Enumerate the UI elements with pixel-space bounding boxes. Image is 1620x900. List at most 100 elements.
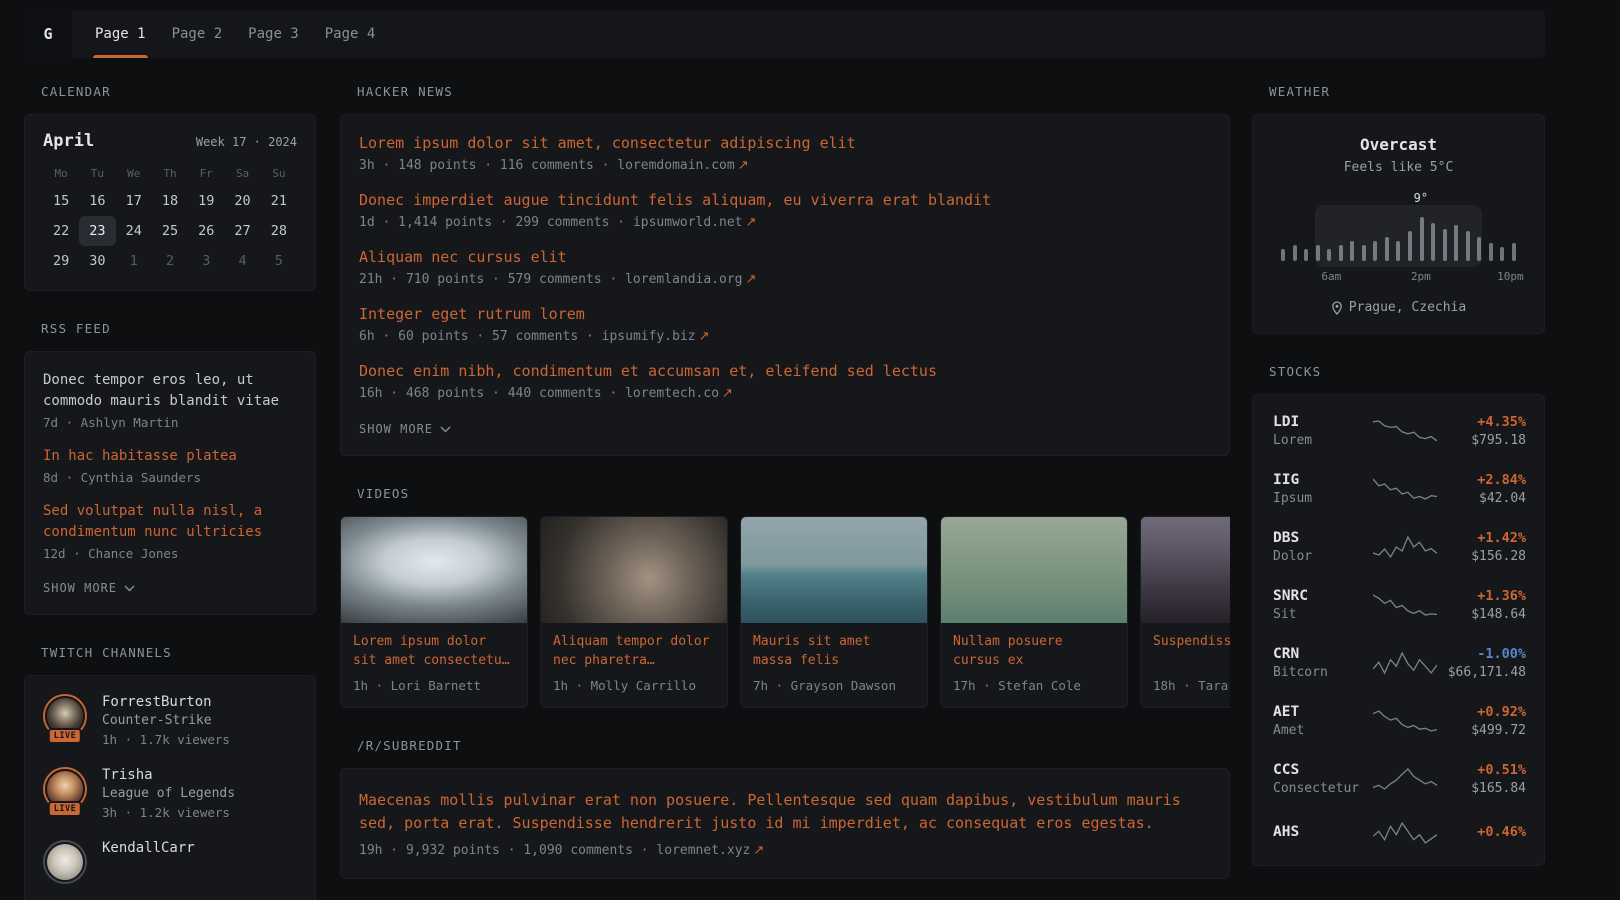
calendar-card: April Week 17 · 2024 MoTuWeThFrSaSu 1516… (24, 114, 316, 291)
twitch-channel[interactable]: LIVETrishaLeague of Legends3h · 1.2k vie… (43, 767, 297, 820)
sparkline-chart (1373, 592, 1437, 618)
stock-ticker[interactable]: IIG (1273, 472, 1371, 488)
tab-page-2[interactable]: Page 2 (159, 10, 236, 58)
hackernews-item-domain-link[interactable]: loremdomain.com (617, 158, 734, 173)
stock-ticker[interactable]: LDI (1273, 414, 1371, 430)
stock-ticker[interactable]: DBS (1273, 530, 1371, 546)
video-title[interactable]: Lorem ipsum dolor sit amet consectetu… (353, 633, 515, 670)
rss-item-meta: 7d · Ashlyn Martin (43, 415, 297, 430)
calendar-month: April (43, 131, 94, 151)
external-link-icon: ↗ (746, 215, 757, 230)
video-card[interactable]: Aliquam tempor dolor nec pharetra…1h · M… (540, 516, 728, 708)
weather-card: Overcast Feels like 5°C 9° 6am2pm10pm Pr… (1252, 114, 1545, 334)
calendar-dow-label: We (116, 161, 152, 186)
channel-name[interactable]: Trisha (102, 767, 235, 783)
subreddit-item-meta: 19h · 9,932 points · 1,090 comments · lo… (359, 843, 1211, 858)
dashboard-grid: CALENDAR April Week 17 · 2024 MoTuWeThFr… (24, 84, 1620, 900)
twitch-channel[interactable]: LIVEForrestBurtonCounter-Strike1h · 1.7k… (43, 694, 297, 747)
hackernews-item-domain-link[interactable]: loremlandia.org (625, 272, 742, 287)
external-link-icon: ↗ (722, 386, 733, 401)
video-thumbnail (941, 517, 1127, 623)
stock-ticker[interactable]: CRN (1273, 646, 1371, 662)
videos-row: Lorem ipsum dolor sit amet consectetu…1h… (340, 516, 1230, 708)
video-card-body: Lorem ipsum dolor sit amet consectetu…1h… (341, 623, 527, 707)
hackernews-item-domain-link[interactable]: ipsumworld.net (633, 215, 743, 230)
app-logo[interactable]: G (24, 10, 72, 58)
stock-sparkline (1371, 592, 1438, 618)
stock-row[interactable]: SNRCSit +1.36%$148.64 (1273, 576, 1526, 634)
stock-row[interactable]: CRNBitcorn -1.00%$66,171.48 (1273, 634, 1526, 692)
video-card[interactable]: Nullam posuere cursus ex17h · Stefan Col… (940, 516, 1128, 708)
video-card[interactable]: Mauris sit amet massa felis7h · Grayson … (740, 516, 928, 708)
rss-show-more-button[interactable]: SHOW MORE (43, 581, 135, 595)
hackernews-show-more-button[interactable]: SHOW MORE (359, 422, 451, 436)
hackernews-item-title[interactable]: Integer eget rutrum lorem (359, 304, 1211, 324)
stock-sparkline (1371, 650, 1438, 676)
stock-row[interactable]: DBSDolor+1.42%$156.28 (1273, 518, 1526, 576)
stock-price: $795.18 (1438, 433, 1526, 448)
stock-row[interactable]: IIGIpsum+2.84%$42.04 (1273, 460, 1526, 518)
hackernews-item-domain-link[interactable]: loremtech.co (625, 386, 719, 401)
stock-ticker[interactable]: SNRC (1273, 588, 1371, 604)
tab-page-4[interactable]: Page 4 (312, 10, 389, 58)
video-card[interactable]: Lorem ipsum dolor sit amet consectetu…1h… (340, 516, 528, 708)
stock-name: Amet (1273, 723, 1371, 738)
stock-values: +1.36%$148.64 (1438, 588, 1526, 622)
video-title[interactable]: Aliquam tempor dolor nec pharetra… (553, 633, 715, 670)
calendar-widget: CALENDAR April Week 17 · 2024 MoTuWeThFr… (24, 84, 316, 291)
channel-viewers: 3h · 1.2k viewers (102, 805, 235, 820)
rss-item-title[interactable]: Sed volutpat nulla nisl, a condimentum n… (43, 501, 297, 543)
stock-row[interactable]: AETAmet+0.92%$499.72 (1273, 692, 1526, 750)
stock-name: Dolor (1273, 549, 1371, 564)
stock-labels: LDILorem (1273, 414, 1371, 448)
stock-ticker[interactable]: AET (1273, 704, 1371, 720)
weather-location: Prague, Czechia (1349, 300, 1466, 315)
hackernews-item-title[interactable]: Donec imperdiet augue tincidunt felis al… (359, 190, 1211, 210)
video-title[interactable]: Nullam posuere cursus ex (953, 633, 1115, 670)
tab-page-3[interactable]: Page 3 (235, 10, 312, 58)
calendar-day: 22 (43, 216, 79, 246)
channel-name[interactable]: KendallCarr (102, 840, 195, 856)
subreddit-item: Maecenas mollis pulvinar erat non posuer… (359, 789, 1211, 858)
stock-ticker[interactable]: CCS (1273, 762, 1371, 778)
calendar-dow-label: Su (261, 161, 297, 186)
calendar-day: 17 (116, 186, 152, 216)
calendar-day: 15 (43, 186, 79, 216)
section-title-stocks: STOCKS (1269, 364, 1545, 379)
calendar-dow-label: Th (152, 161, 188, 186)
stock-row[interactable]: CCSConsectetur+0.51%$165.84 (1273, 750, 1526, 808)
video-card[interactable]: Suspendisse diam18h · Tara (1140, 516, 1230, 708)
hackernews-item-title[interactable]: Donec enim nibh, condimentum et accumsan… (359, 361, 1211, 381)
stock-values: -1.00%$66,171.48 (1438, 646, 1526, 680)
stock-name: Consectetur (1273, 781, 1371, 796)
video-title[interactable]: Mauris sit amet massa felis (753, 633, 915, 670)
hackernews-item-title[interactable]: Aliquam nec cursus elit (359, 247, 1211, 267)
stock-ticker[interactable]: AHS (1273, 824, 1371, 840)
calendar-day: 5 (261, 246, 297, 276)
subreddit-item-domain-link[interactable]: loremnet.xyz (656, 843, 750, 858)
tab-page-1[interactable]: Page 1 (82, 10, 159, 58)
weather-time-axis: 6am2pm10pm (1281, 270, 1516, 285)
twitch-channel-list: LIVEForrestBurtonCounter-Strike1h · 1.7k… (43, 694, 297, 884)
stock-row[interactable]: AHS +0.46% (1273, 808, 1526, 858)
rss-item-title[interactable]: Donec tempor eros leo, ut commodo mauris… (43, 370, 297, 412)
stock-labels: SNRCSit (1273, 588, 1371, 622)
stock-sparkline (1371, 476, 1438, 502)
stock-labels: CRNBitcorn (1273, 646, 1371, 680)
twitch-channel[interactable]: KendallCarr (43, 840, 297, 884)
section-title-twitch: TWITCH CHANNELS (41, 645, 316, 660)
stock-change: +1.36% (1438, 588, 1526, 604)
calendar-day: 21 (261, 186, 297, 216)
video-title[interactable]: Suspendisse diam (1153, 633, 1230, 670)
subreddit-item-title[interactable]: Maecenas mollis pulvinar erat non posuer… (359, 789, 1211, 835)
hackernews-item-title[interactable]: Lorem ipsum dolor sit amet, consectetur … (359, 133, 1211, 153)
channel-name[interactable]: ForrestBurton (102, 694, 230, 710)
rss-item-meta: 8d · Cynthia Saunders (43, 470, 297, 485)
hackernews-item-domain-link[interactable]: ipsumify.biz (602, 329, 696, 344)
videos-widget: VIDEOS Lorem ipsum dolor sit amet consec… (340, 486, 1230, 708)
stock-row[interactable]: LDILorem+4.35%$795.18 (1273, 402, 1526, 460)
calendar-day: 3 (188, 246, 224, 276)
calendar-day: 25 (152, 216, 188, 246)
stock-values: +0.46% (1438, 824, 1526, 843)
rss-item-title[interactable]: In hac habitasse platea (43, 446, 297, 467)
